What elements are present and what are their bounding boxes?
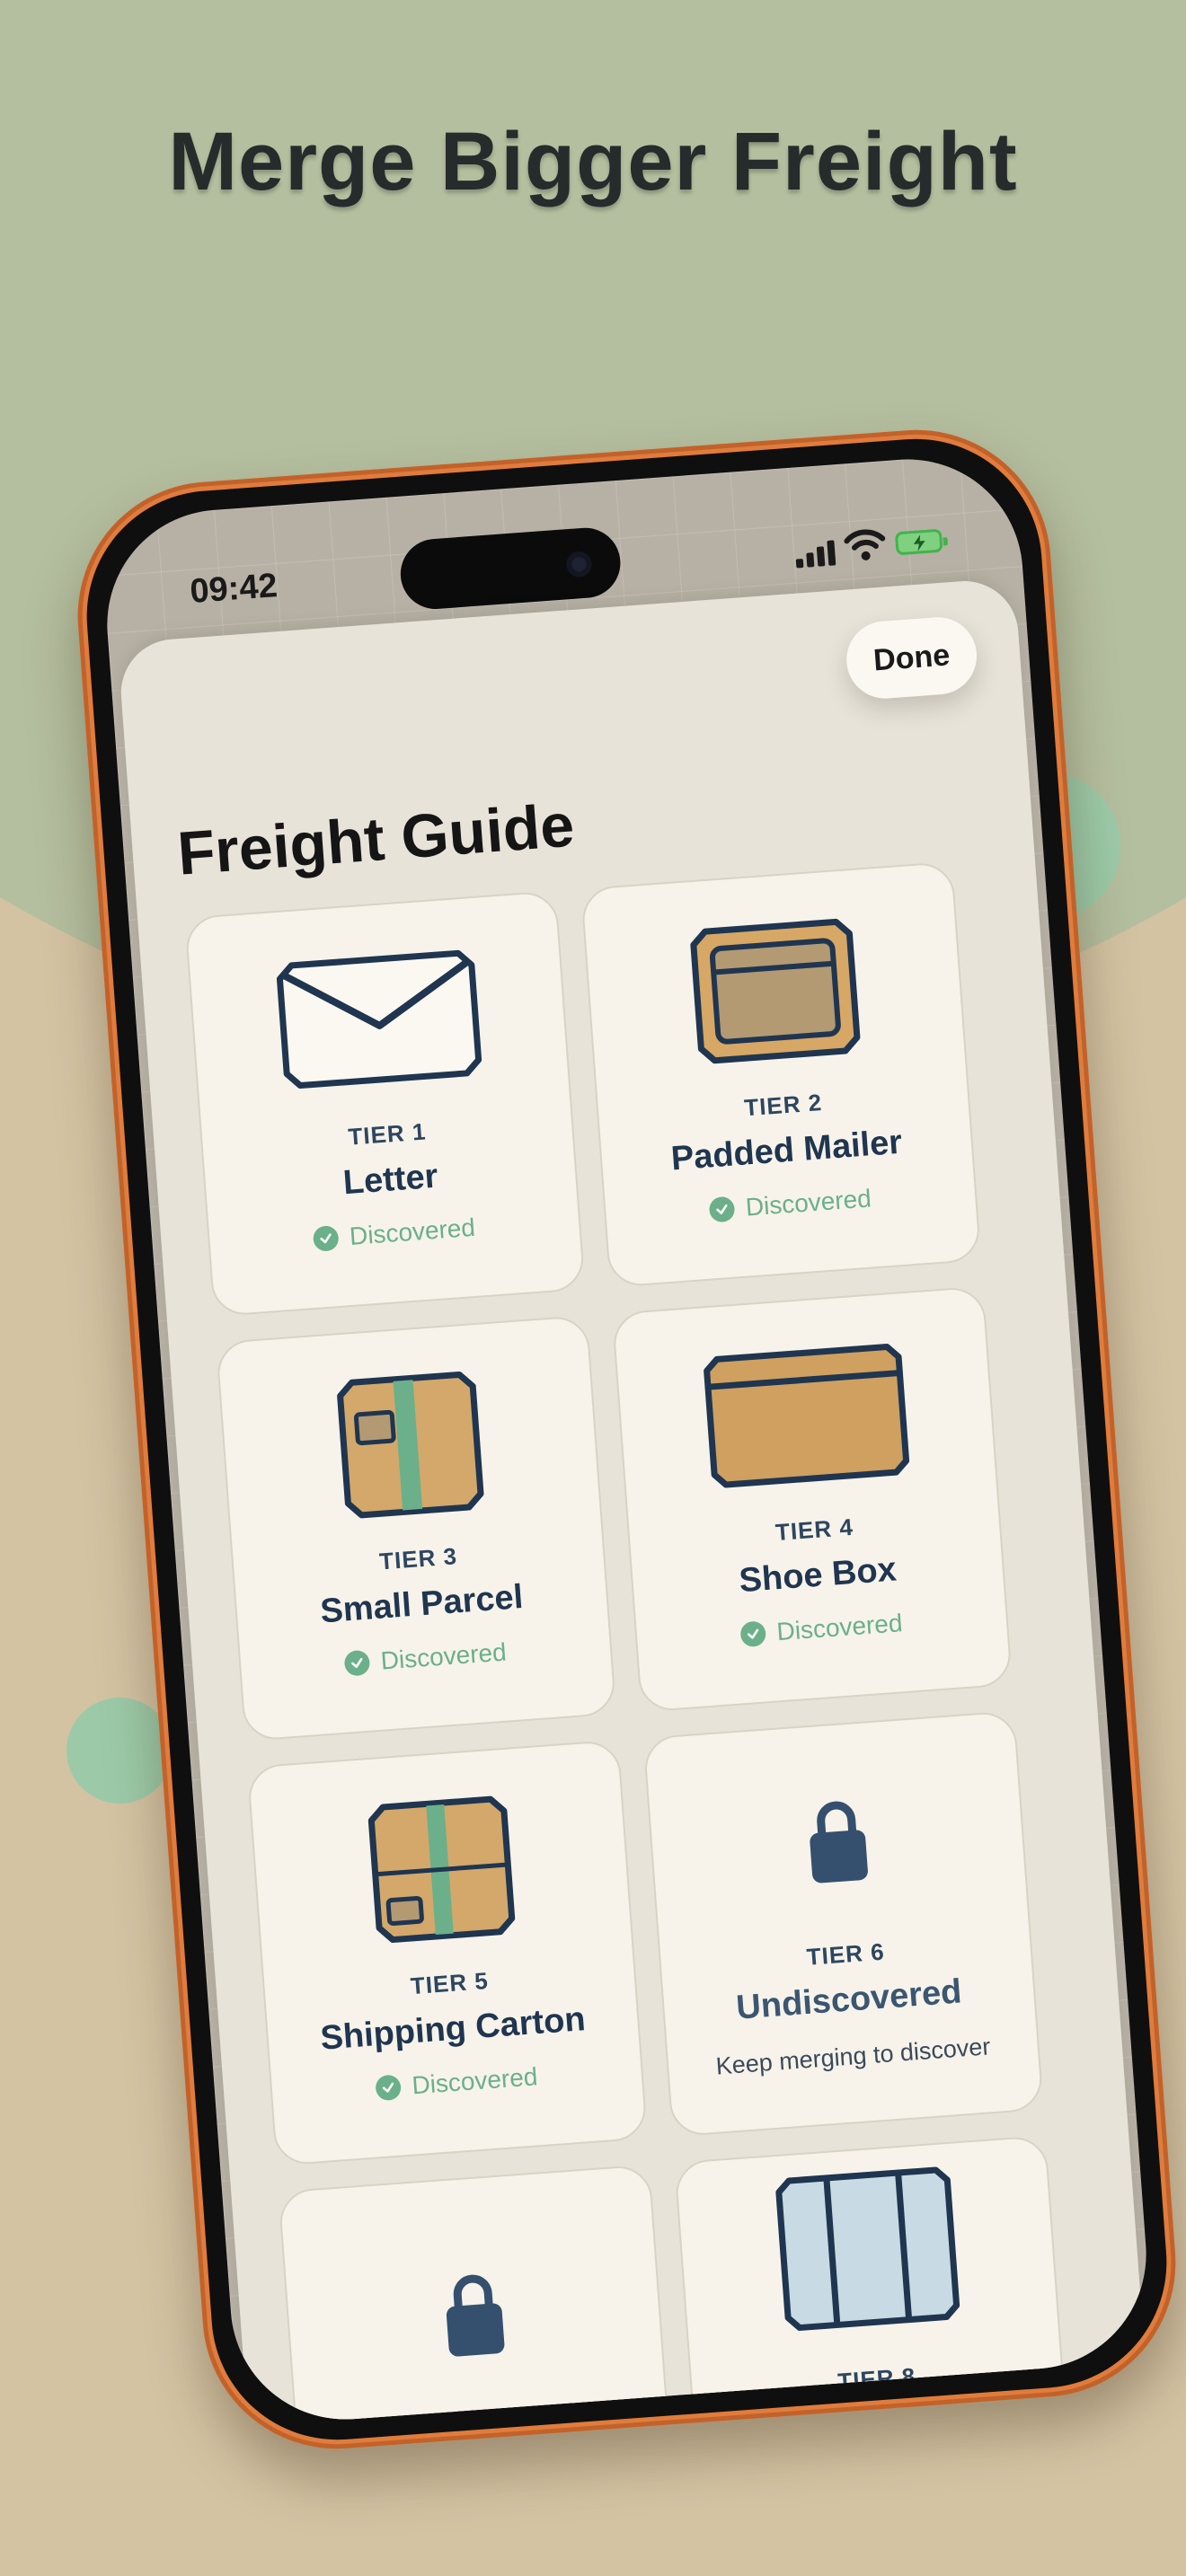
small-parcel-icon xyxy=(336,1371,484,1519)
check-icon xyxy=(375,2074,403,2102)
undiscovered-hint: Keep merging to discover xyxy=(714,2033,992,2080)
phone-screen: 09:42 Done Freight Guide TIER 1 Letter D… xyxy=(99,451,1155,2428)
phone-bezel: 09:42 Done Freight Guide TIER 1 Letter D… xyxy=(77,429,1176,2449)
page-title: Freight Guide xyxy=(175,790,577,888)
status-text: Discovered xyxy=(348,1213,476,1250)
tier-card-letter[interactable]: TIER 1 Letter Discovered xyxy=(184,890,586,1318)
crate-icon xyxy=(774,2166,960,2332)
status-text: Discovered xyxy=(379,1637,508,1675)
envelope-icon xyxy=(276,949,482,1090)
tier-card-shipping-carton[interactable]: TIER 5 Shipping Carton Discovered xyxy=(246,1739,649,2166)
dynamic-island xyxy=(398,525,624,612)
battery-charging-icon xyxy=(894,528,943,556)
cellular-signal-icon xyxy=(794,538,836,569)
padded-mailer-icon xyxy=(689,918,860,1064)
status-text: Discovered xyxy=(411,2062,539,2100)
tier-card-undiscovered[interactable]: TIER 6 Undiscovered Keep merging to disc… xyxy=(642,1710,1044,2138)
tier-card-small-parcel[interactable]: TIER 3 Small Parcel Discovered xyxy=(215,1314,617,1742)
tier-card-padded-mailer[interactable]: TIER 2 Padded Mailer Discovered xyxy=(580,860,982,1288)
status-time: 09:42 xyxy=(189,566,279,611)
tier-card-tier-8[interactable]: TIER 8 xyxy=(674,2134,1075,2428)
discovered-status: Discovered xyxy=(241,1630,611,1686)
tier-card-tier-7[interactable]: TIER 7 xyxy=(278,2164,679,2428)
camera-icon xyxy=(565,551,593,578)
shoe-box-icon xyxy=(703,1344,909,1488)
marketing-headline: Merge Bigger Freight xyxy=(168,116,1018,207)
phone-mockup: 09:42 Done Freight Guide TIER 1 Letter D… xyxy=(68,420,1185,2458)
check-icon xyxy=(739,1620,767,1648)
discovered-status: Discovered xyxy=(271,2055,642,2111)
discovered-status: Discovered xyxy=(209,1205,580,1261)
shipping-carton-icon xyxy=(367,1795,515,1944)
discovered-status: Discovered xyxy=(606,1177,976,1232)
freight-guide-sheet: Done Freight Guide TIER 1 Letter Discove… xyxy=(117,577,1148,2428)
discovered-status: Discovered xyxy=(636,1601,1006,1657)
status-text: Discovered xyxy=(775,1609,904,1646)
check-icon xyxy=(343,1649,371,1677)
check-icon xyxy=(709,1195,736,1223)
done-button[interactable]: Done xyxy=(844,614,980,701)
lock-icon xyxy=(446,2274,504,2357)
check-icon xyxy=(313,1224,341,1252)
decorative-circle xyxy=(66,1698,173,1804)
tier-card-shoe-box[interactable]: TIER 4 Shoe Box Discovered xyxy=(611,1285,1013,1713)
wifi-icon xyxy=(844,529,886,560)
status-text: Discovered xyxy=(744,1184,872,1222)
lock-icon xyxy=(809,1801,868,1883)
